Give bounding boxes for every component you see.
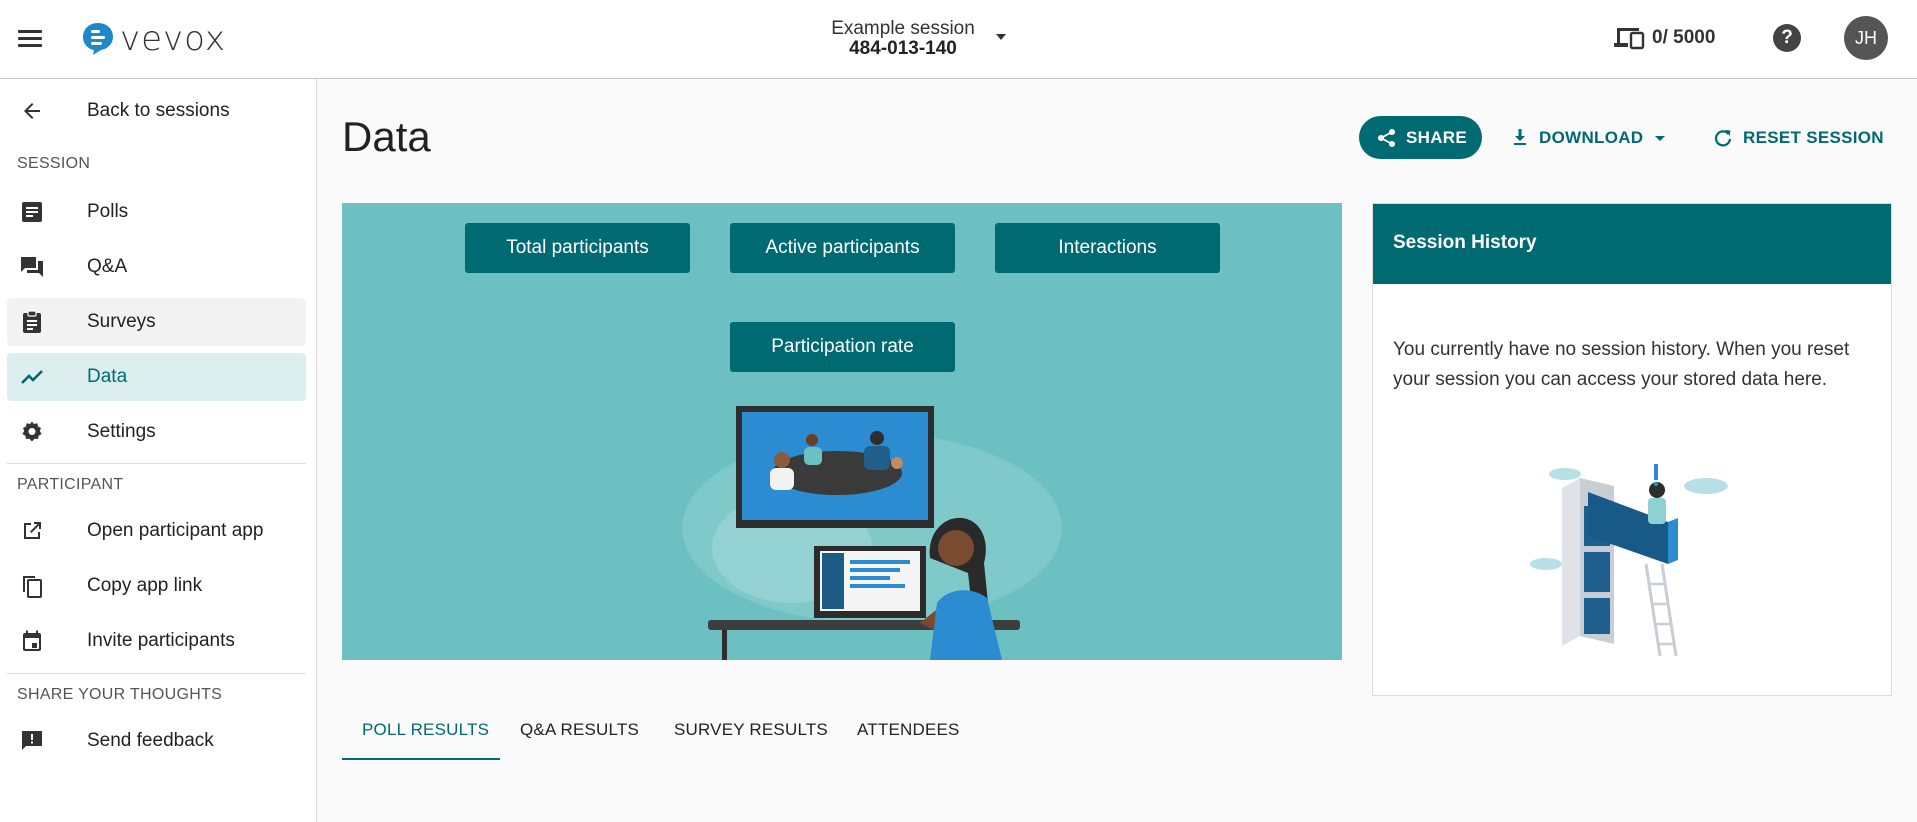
- logo[interactable]: vevox: [82, 20, 226, 58]
- tab-poll-results[interactable]: POLL RESULTS: [342, 703, 500, 760]
- sidebar-item-label: Open participant app: [87, 520, 264, 541]
- metric-participation-rate[interactable]: Participation rate: [730, 322, 955, 372]
- session-selector[interactable]: Example session 484-013-140: [828, 16, 1028, 60]
- tab-survey-results[interactable]: SURVEY RESULTS: [654, 703, 837, 760]
- top-bar: vevox Example session 484-013-140 0/ 500…: [0, 0, 1917, 79]
- sidebar-item-label: Invite participants: [87, 630, 235, 651]
- sidebar-item-invite-participants[interactable]: Invite participants: [7, 617, 306, 665]
- logo-text: vevox: [120, 19, 227, 59]
- sidebar-item-label: Settings: [87, 421, 156, 442]
- participant-counter[interactable]: 0/ 5000: [1612, 22, 1715, 54]
- section-heading-feedback: SHARE YOUR THOUGHTS: [17, 686, 223, 703]
- share-icon: [1378, 129, 1395, 147]
- sidebar-item-polls[interactable]: Polls: [7, 188, 306, 236]
- tab-label: ATTENDEES: [857, 720, 960, 739]
- section-heading-session: SESSION: [17, 155, 91, 172]
- survey-icon: [23, 310, 41, 333]
- share-label: SHARE: [1406, 128, 1468, 147]
- help-icon[interactable]: ?: [1773, 24, 1801, 52]
- sidebar-item-label: Data: [87, 366, 128, 387]
- session-history-card: Session History You currently have no se…: [1372, 203, 1892, 696]
- tab-label: SURVEY RESULTS: [674, 720, 828, 739]
- download-label: DOWNLOAD: [1539, 128, 1644, 147]
- tab-label: POLL RESULTS: [362, 720, 490, 739]
- refresh-icon: [1714, 130, 1732, 147]
- meeting-illustration: [682, 406, 1062, 660]
- chart-line-icon: [21, 370, 43, 384]
- metric-active-participants[interactable]: Active participants: [730, 223, 955, 273]
- sidebar-item-data[interactable]: Data: [7, 353, 306, 401]
- sidebar-item-label: Surveys: [87, 311, 156, 332]
- gear-icon: [22, 421, 42, 442]
- feedback-icon: [22, 731, 42, 750]
- filing-cabinet-illustration: [1530, 464, 1728, 656]
- calendar-icon: [23, 630, 41, 651]
- section-heading-participant: PARTICIPANT: [17, 476, 124, 493]
- session-name: Example session: [831, 18, 975, 39]
- sidebar-item-open-participant-app[interactable]: Open participant app: [7, 507, 306, 555]
- session-history-header: Session History: [1373, 204, 1891, 284]
- tab-qa-results[interactable]: Q&A RESULTS: [500, 703, 654, 760]
- avatar[interactable]: JH: [1844, 16, 1888, 60]
- reset-session-button[interactable]: RESET SESSION: [1708, 118, 1898, 158]
- sidebar-item-qa[interactable]: Q&A: [7, 243, 306, 291]
- back-to-sessions-label: Back to sessions: [87, 100, 230, 121]
- data-overview-panel: Total participants Active participants I…: [342, 203, 1342, 660]
- tab-label: Q&A RESULTS: [520, 720, 640, 739]
- sidebar-item-copy-app-link[interactable]: Copy app link: [7, 562, 306, 610]
- sidebar-item-label: Send feedback: [87, 730, 214, 751]
- chevron-down-icon: [996, 34, 1006, 40]
- sidebar-item-send-feedback[interactable]: Send feedback: [7, 717, 306, 765]
- qa-icon: [21, 257, 43, 277]
- participant-count: 0/ 5000: [1652, 27, 1716, 48]
- sidebar-item-label: Polls: [87, 201, 129, 222]
- page-title: Data: [342, 113, 431, 160]
- sidebar-item-label: Copy app link: [87, 575, 203, 596]
- reset-session-label: RESET SESSION: [1743, 128, 1884, 147]
- share-button[interactable]: SHARE: [1359, 116, 1482, 159]
- session-code: 484-013-140: [849, 38, 957, 59]
- copy-icon: [23, 576, 42, 598]
- chevron-down-icon: [1655, 136, 1665, 141]
- devices-icon: [1614, 28, 1645, 50]
- metric-total-participants[interactable]: Total participants: [465, 223, 690, 273]
- sidebar-item-label: Q&A: [87, 256, 128, 277]
- sidebar-divider: [7, 463, 306, 464]
- sidebar-item-settings[interactable]: Settings: [7, 408, 306, 456]
- sidebar-divider: [7, 673, 306, 674]
- sidebar-item-surveys[interactable]: Surveys: [7, 298, 306, 346]
- sidebar: Back to sessions SESSION Polls Q&A Surve…: [0, 79, 317, 822]
- download-button[interactable]: DOWNLOAD: [1505, 118, 1665, 158]
- arrow-left-icon: [24, 103, 40, 119]
- open-external-icon: [24, 522, 41, 539]
- poll-icon: [22, 202, 42, 222]
- session-history-title: Session History: [1393, 232, 1537, 253]
- tab-attendees[interactable]: ATTENDEES: [837, 703, 977, 760]
- session-history-empty-text: You currently have no session history. W…: [1393, 339, 1850, 390]
- results-tabs: POLL RESULTS Q&A RESULTS SURVEY RESULTS …: [342, 703, 1042, 760]
- vevox-logo-icon: [83, 23, 113, 55]
- metric-interactions[interactable]: Interactions: [995, 223, 1220, 273]
- download-icon: [1514, 129, 1526, 145]
- menu-icon[interactable]: [18, 27, 46, 49]
- back-to-sessions-link[interactable]: Back to sessions: [7, 87, 306, 135]
